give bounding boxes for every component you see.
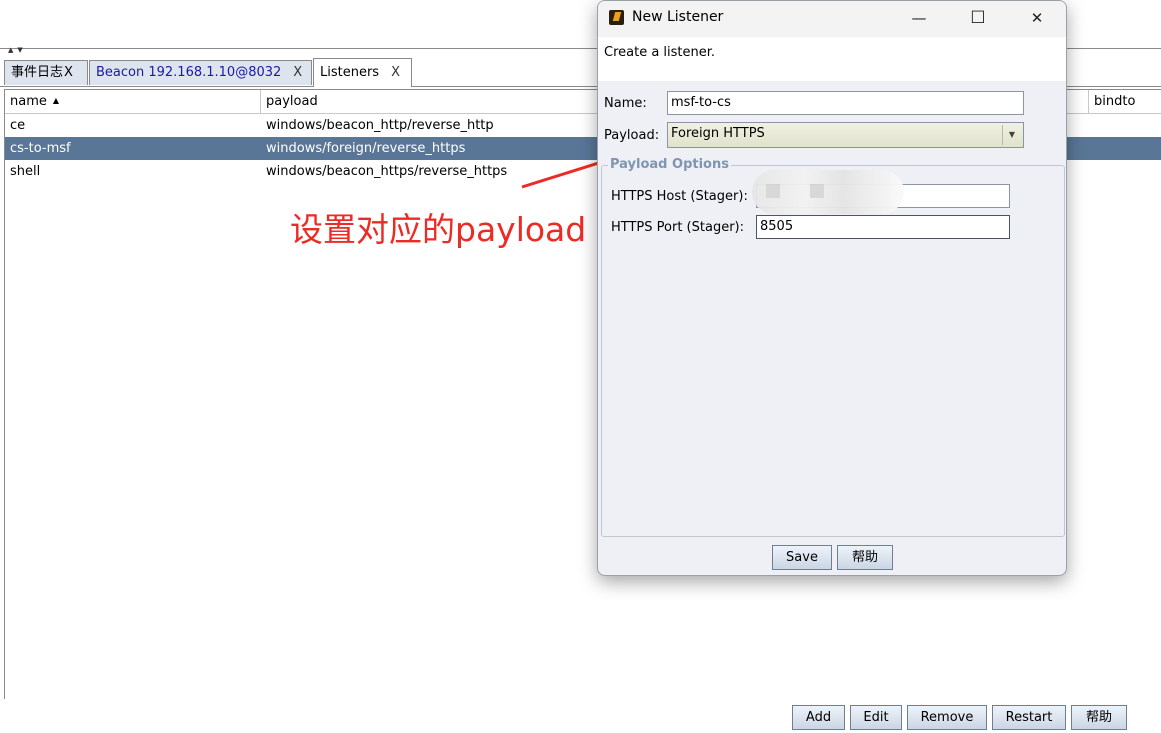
redaction-blur [752, 170, 904, 214]
close-button[interactable]: ✕ [1014, 1, 1060, 35]
tab-label: 事件日志 [11, 65, 64, 80]
cell-payload: windows/beacon_https/reverse_https [266, 164, 508, 179]
listener-button-bar: Add Edit Remove Restart 帮助 [0, 699, 1161, 733]
tab-event-log[interactable]: 事件日志X [4, 60, 88, 85]
column-header-label: payload [266, 94, 318, 109]
cell-name: cs-to-msf [10, 141, 71, 156]
tab-close-icon[interactable]: X [293, 65, 302, 80]
maximize-button[interactable]: ☐ [955, 1, 1001, 35]
column-header-label: bindto [1094, 94, 1136, 109]
dialog-help-button[interactable]: 帮助 [837, 545, 893, 570]
cell-payload: windows/foreign/reverse_https [266, 141, 466, 156]
payload-options-title: Payload Options [608, 157, 731, 172]
minimize-button[interactable]: — [896, 1, 942, 35]
payload-selected-value: Foreign HTTPS [671, 126, 765, 141]
dialog-header: Create a listener. [598, 37, 1066, 81]
tab-label: Listeners [320, 65, 380, 80]
tab-beacon[interactable]: Beacon 192.168.1.10@8032 X [89, 60, 312, 85]
cell-name: shell [10, 164, 41, 179]
https-port-field[interactable]: 8505 [756, 215, 1010, 239]
save-button[interactable]: Save [772, 545, 832, 570]
cobalt-strike-app-icon [609, 10, 624, 25]
add-button[interactable]: Add [792, 705, 845, 730]
remove-button[interactable]: Remove [907, 705, 987, 730]
edit-button[interactable]: Edit [850, 705, 902, 730]
column-header-bindto[interactable]: bindto [1089, 90, 1161, 113]
column-header-label: name [10, 94, 47, 109]
name-field[interactable]: msf-to-cs [667, 91, 1024, 115]
help-button[interactable]: 帮助 [1071, 705, 1127, 730]
name-label: Name: [604, 96, 647, 111]
dialog-titlebar[interactable]: New Listener — ☐ ✕ [598, 1, 1066, 37]
chevron-down-icon[interactable]: ▼ [1002, 125, 1021, 145]
dialog-description: Create a listener. [604, 45, 716, 60]
cell-payload: windows/beacon_http/reverse_http [266, 118, 494, 133]
cell-name: ce [10, 118, 26, 133]
https-host-label: HTTPS Host (Stager): [611, 189, 748, 204]
annotation-text: 设置对应的payload [290, 210, 587, 249]
tab-label: Beacon 192.168.1.10@8032 [96, 65, 282, 80]
sort-ascending-icon: ▲ [52, 96, 60, 105]
split-pane-arrows[interactable]: ▲▼ [8, 46, 27, 54]
tab-listeners[interactable]: Listeners X [313, 58, 412, 87]
column-header-name[interactable]: name ▲ [5, 90, 261, 113]
payload-select[interactable]: Foreign HTTPS ▼ [667, 122, 1024, 148]
payload-label: Payload: [604, 128, 660, 143]
https-port-label: HTTPS Port (Stager): [611, 220, 744, 235]
new-listener-dialog: New Listener — ☐ ✕ Create a listener. Na… [597, 0, 1067, 576]
tab-close-icon[interactable]: X [64, 65, 73, 80]
restart-button[interactable]: Restart [992, 705, 1066, 730]
dialog-title: New Listener [632, 9, 724, 25]
tab-close-icon[interactable]: X [391, 65, 400, 80]
